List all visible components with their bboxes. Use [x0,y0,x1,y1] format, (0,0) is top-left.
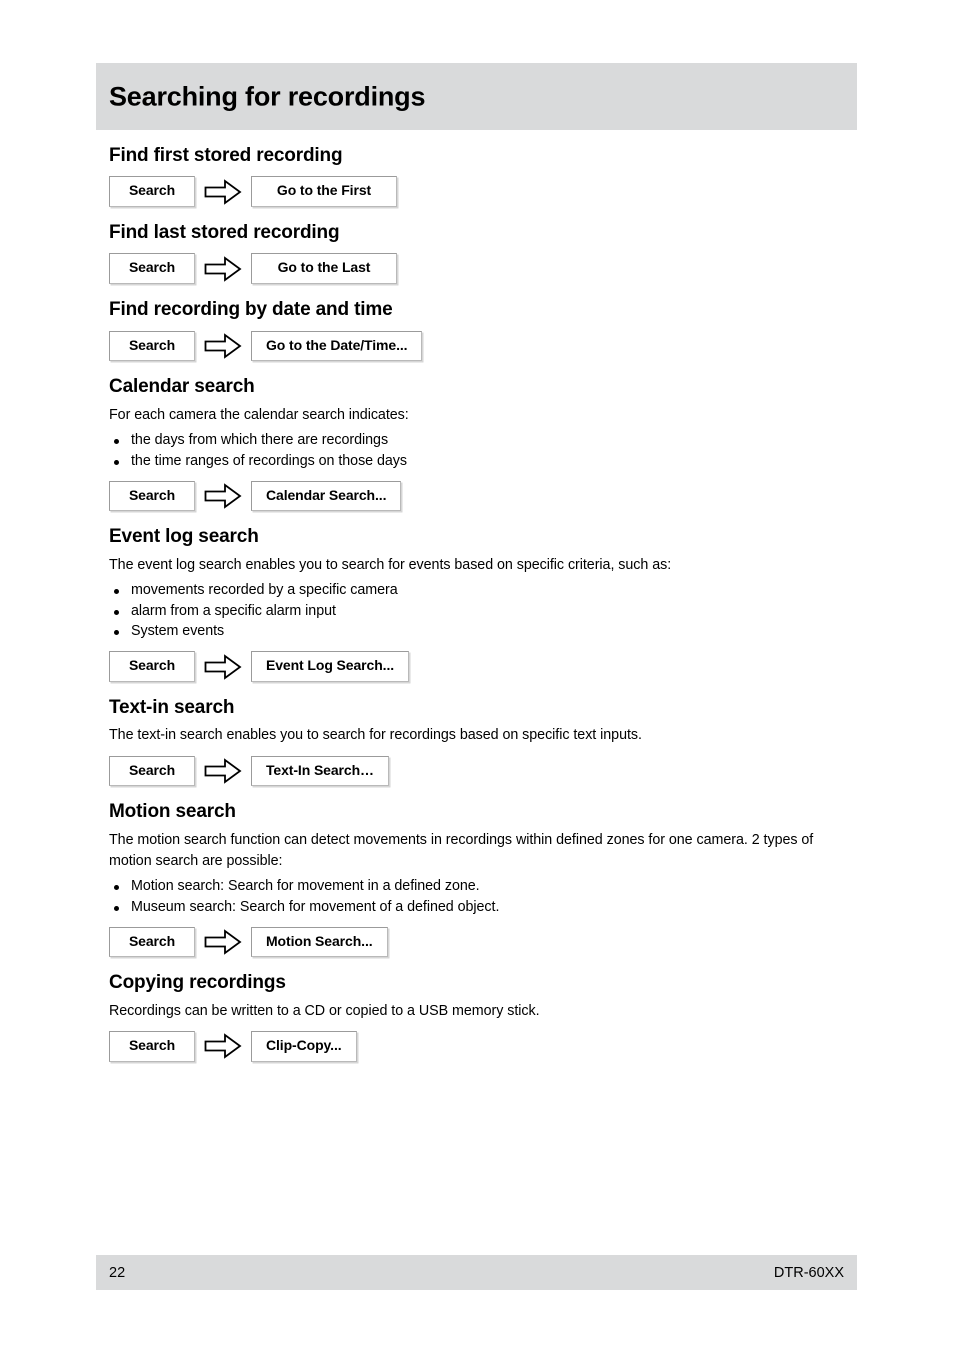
search-menu-button[interactable]: Search [109,253,195,285]
menu-path-row: Search Clip-Copy... [109,1030,837,1062]
list-item-label: the days from which there are recordings [131,431,389,448]
search-menu-button[interactable]: Search [109,480,195,512]
menu-path-row: Search Go to the Last [109,253,837,285]
bullet-dot-icon [114,459,119,465]
section-heading: Calendar search [109,376,255,398]
section-intro-text: Recordings can be written to a CD or cop… [109,1002,540,1019]
doc-section: Find first stored recording Search Go to t… [109,145,837,208]
menu-command-button[interactable]: Go to the Date/Time... [251,330,423,362]
menu-command-button[interactable]: Calendar Search... [251,480,402,512]
menu-path-row: Search Go to the Date/Time... [109,330,837,362]
search-menu-button[interactable]: Search [109,1030,195,1062]
right-block-arrow-icon [195,256,251,282]
menu-path-row: Search Calendar Search... [109,480,837,512]
section-heading: Copying recordings [109,972,286,994]
page-footer: 22 DTR-60XX [96,1255,857,1290]
right-block-arrow-icon [195,178,251,205]
bullet-dot-icon [114,630,119,636]
list-item: Motion search: Search for movement in a … [109,876,837,897]
list-item-label: the time ranges of recordings on those d… [131,452,408,469]
section-intro-text: For each camera the calendar search indi… [109,406,409,423]
doc-section: Calendar search For each camera the calen… [109,376,837,512]
right-block-arrow-icon [195,929,251,955]
doc-section: Copying recordings Recordings can be writ… [109,972,837,1062]
footer-model-code: DTR-60XX [773,1264,844,1281]
section-heading: Find first stored recording [109,145,343,166]
doc-section: Text-in search The text-in search enables… [109,697,837,787]
doc-section: Motion search The motion search function … [109,801,837,958]
list-item: Museum search: Search for movement of a … [109,897,837,918]
doc-section: Find last stored recording Search Go to th… [109,222,837,285]
right-block-arrow-icon [195,653,251,680]
list-item-label: Museum search: Search for movement of a … [131,898,500,915]
section-intro-text: The motion search function can detect mo… [109,831,814,869]
bullet-dot-icon [114,588,119,594]
search-menu-button[interactable]: Search [109,651,195,682]
right-block-arrow-icon [195,333,251,359]
section-heading: Find recording by date and time [109,299,393,321]
list-item-label: Motion search: Search for movement in a … [131,877,480,894]
section-heading: Event log search [109,526,259,548]
search-menu-button[interactable]: Search [109,330,195,362]
page-title: Searching for recordings [109,81,426,111]
menu-command-button[interactable]: Clip-Copy... [251,1030,357,1062]
list-item: the days from which there are recordings [109,430,837,451]
document-page: Searching for recordings Find first stor… [0,0,954,1354]
bullet-list: Motion search: Search for movement in a … [109,876,837,918]
list-item-label: alarm from a specific alarm input [131,602,336,619]
menu-path-row: Search Motion Search... [109,926,837,958]
menu-command-button[interactable]: Text-In Search… [251,755,389,787]
menu-command-button[interactable]: Motion Search... [251,926,388,958]
menu-path-row: Search Text-In Search… [109,755,837,787]
section-heading: Motion search [109,801,236,823]
bullet-dot-icon [114,438,119,444]
menu-command-button[interactable]: Go to the First [251,176,397,208]
menu-command-button[interactable]: Event Log Search... [251,651,410,682]
page-title-banner: Searching for recordings [96,63,857,130]
menu-path-row: Search Event Log Search... [109,651,837,682]
search-menu-button[interactable]: Search [109,926,195,958]
menu-path-row: Search Go to the First [109,176,837,208]
section-heading: Find last stored recording [109,222,340,244]
right-block-arrow-icon [195,1033,251,1060]
section-intro-text: The text-in search enables you to search… [109,727,642,744]
right-block-arrow-icon [195,483,251,509]
bullet-dot-icon [114,609,119,615]
bullet-dot-icon [114,884,119,890]
section-heading: Text-in search [109,697,235,718]
footer-page-number: 22 [109,1264,126,1281]
section-intro-text: The event log search enables you to sear… [109,556,672,573]
list-item-label: movements recorded by a specific camera [131,581,398,598]
bullet-list: the days from which there are recordings… [109,430,837,472]
document-content: Find first stored recording Search Go to t… [109,145,837,1064]
right-block-arrow-icon [195,758,251,784]
list-item: movements recorded by a specific camera [109,580,837,601]
bullet-list: movements recorded by a specific camera a… [109,580,837,643]
doc-section: Event log search The event log search ena… [109,526,837,682]
list-item: alarm from a specific alarm input [109,601,837,622]
list-item: System events [109,621,837,642]
search-menu-button[interactable]: Search [109,755,195,787]
search-menu-button[interactable]: Search [109,176,195,208]
bullet-dot-icon [114,905,119,911]
list-item: the time ranges of recordings on those d… [109,451,837,472]
list-item-label: System events [131,623,225,640]
doc-section: Find recording by date and time Search Go … [109,299,837,362]
menu-command-button[interactable]: Go to the Last [251,253,397,285]
